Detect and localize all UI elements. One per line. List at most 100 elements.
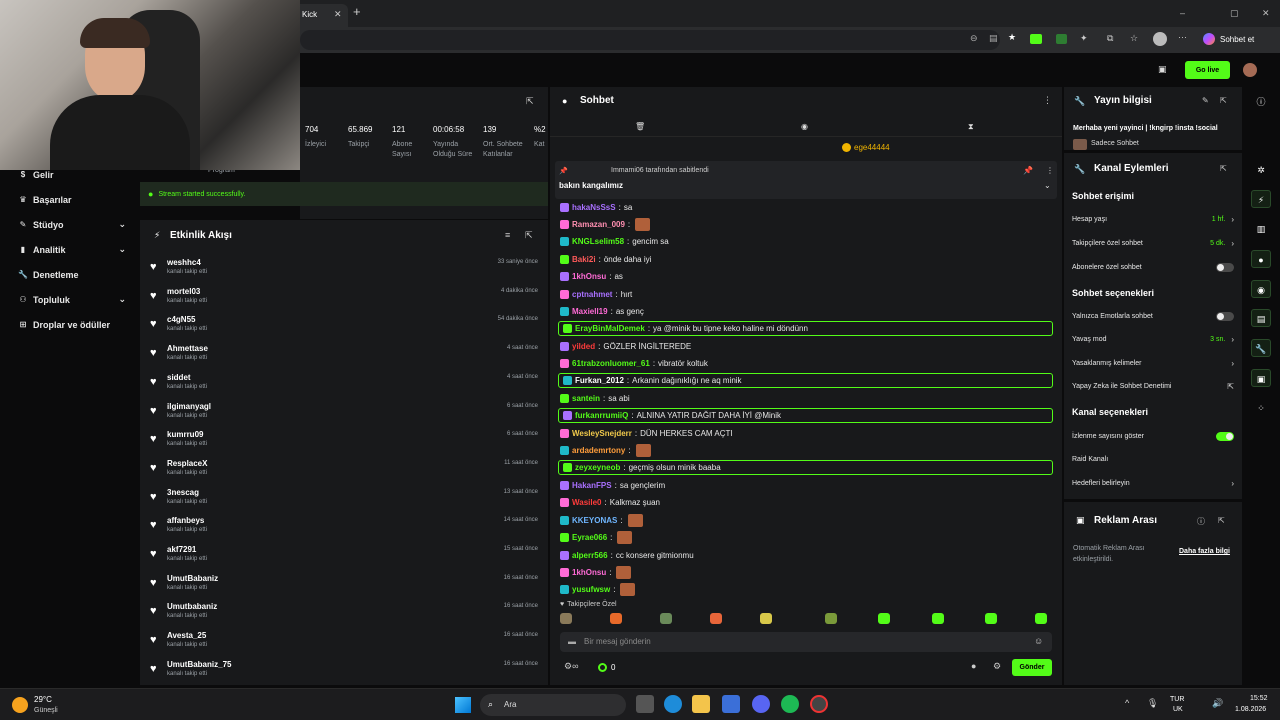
chat-username[interactable]: cptnahmet bbox=[572, 290, 612, 299]
chat-username[interactable]: Furkan_2012 bbox=[575, 376, 624, 385]
edge-icon[interactable] bbox=[664, 695, 682, 713]
extension-icon[interactable] bbox=[1056, 34, 1067, 44]
chat-username[interactable]: furkanrrumiiQ bbox=[575, 411, 628, 420]
nav-item[interactable]: ⚇ Topluluk ⌄ bbox=[0, 287, 140, 312]
chat-username[interactable]: Wasile0 bbox=[572, 498, 602, 507]
url-field[interactable] bbox=[300, 30, 1000, 50]
start-icon[interactable] bbox=[455, 697, 471, 713]
pin-menu-icon[interactable]: ⋮ bbox=[1046, 166, 1054, 175]
info-icon[interactable]: ⓘ bbox=[1251, 93, 1271, 111]
swap-icon[interactable]: ✲ bbox=[1251, 161, 1271, 179]
bolt-icon[interactable]: ⚡ bbox=[1251, 190, 1271, 208]
info-icon[interactable]: ⓘ bbox=[1197, 516, 1205, 527]
popout-icon[interactable]: ⇱ bbox=[1220, 96, 1227, 105]
reader-icon[interactable]: ▤ bbox=[989, 33, 998, 44]
chat-username[interactable]: Eyrae066 bbox=[572, 533, 607, 542]
chevron-up-icon[interactable]: ^ bbox=[1125, 698, 1129, 708]
chat-username[interactable]: 1khOnsu bbox=[572, 568, 606, 577]
app-icon[interactable] bbox=[722, 695, 740, 713]
chat-username[interactable]: ardademrtony bbox=[572, 446, 625, 455]
activity-user[interactable]: UmutBabaniz_75 bbox=[167, 660, 231, 669]
mic-icon[interactable]: 🎙 bbox=[1147, 698, 1158, 709]
activity-user[interactable]: UmutBabaniz bbox=[167, 574, 218, 583]
copilot-icon[interactable] bbox=[1203, 33, 1215, 45]
chat-icon[interactable]: ● bbox=[1251, 250, 1271, 268]
popout-icon[interactable]: ⇱ bbox=[526, 96, 534, 107]
apps-icon[interactable]: ⁘ bbox=[1251, 399, 1271, 417]
taskview-icon[interactable] bbox=[636, 695, 654, 713]
star-icon[interactable]: ★ bbox=[1008, 32, 1016, 43]
activity-user[interactable]: c4gN55 bbox=[167, 315, 195, 324]
chat-username[interactable]: zeyxeyneob bbox=[575, 463, 620, 472]
subs-chat-toggle[interactable] bbox=[1216, 262, 1234, 272]
activity-user[interactable]: weshhc4 bbox=[167, 258, 201, 267]
nav-item[interactable]: ⊞ Droplar ve ödüller bbox=[0, 312, 140, 337]
lang-top[interactable]: TUR bbox=[1170, 696, 1184, 703]
close-window-button[interactable]: ✕ bbox=[1262, 8, 1270, 19]
chat-username[interactable]: yusufwsw bbox=[572, 585, 610, 594]
activity-user[interactable]: ResplaceX bbox=[167, 459, 207, 468]
emote-button[interactable] bbox=[985, 613, 997, 624]
activity-user[interactable]: mortel03 bbox=[167, 287, 200, 296]
clock-date[interactable]: 1.08.2026 bbox=[1235, 706, 1266, 713]
filter-icon[interactable]: ≡ bbox=[505, 230, 510, 240]
popout-icon[interactable]: ⇱ bbox=[1220, 164, 1227, 173]
ad-break-link[interactable]: Daha fazla bilgi bbox=[1179, 548, 1230, 555]
chat-username[interactable]: alperr566 bbox=[572, 551, 608, 560]
activity-user[interactable]: siddet bbox=[167, 373, 191, 382]
broadcast-icon[interactable]: ◉ bbox=[1251, 280, 1271, 298]
new-tab-button[interactable]: + bbox=[353, 4, 361, 19]
nav-item[interactable]: ✎ Stüdyo ⌄ bbox=[0, 212, 140, 237]
settings-link-icon[interactable]: ⚙∞ bbox=[564, 661, 578, 672]
popout-icon[interactable]: ⇱ bbox=[525, 230, 533, 241]
chat-username[interactable]: KKEYONAS bbox=[572, 516, 617, 525]
hourglass-icon[interactable]: ⧗ bbox=[968, 122, 974, 132]
clock-time[interactable]: 15:52 bbox=[1250, 695, 1268, 702]
gear-icon[interactable]: ⚙ bbox=[993, 661, 1001, 672]
chat-username[interactable]: 1khOnsu bbox=[572, 272, 606, 281]
activity-user[interactable]: akf7291 bbox=[167, 545, 196, 554]
sohbet-et-button[interactable]: Sohbet et bbox=[1220, 35, 1254, 44]
chat-username[interactable]: Ramazan_009 bbox=[572, 220, 625, 229]
explorer-icon[interactable] bbox=[692, 695, 710, 713]
send-button[interactable]: Gönder bbox=[1012, 659, 1052, 676]
spotify-icon[interactable] bbox=[781, 695, 799, 713]
emote-button[interactable] bbox=[710, 613, 722, 624]
emote-button[interactable] bbox=[760, 613, 772, 624]
chat-username[interactable]: HakanFPS bbox=[572, 481, 612, 490]
account-age-row[interactable]: Hesap yaşı 1 hf. › bbox=[1072, 212, 1234, 226]
popout-icon[interactable]: ⇱ bbox=[1218, 516, 1225, 525]
weather-icon[interactable] bbox=[12, 697, 28, 713]
chat-username[interactable]: KNGLselim58 bbox=[572, 237, 624, 246]
emote-button[interactable] bbox=[1035, 613, 1047, 624]
chat-username[interactable]: WesleySnejderr bbox=[572, 429, 632, 438]
wrench-icon[interactable]: 🔧 bbox=[1251, 339, 1271, 357]
emote-button[interactable] bbox=[932, 613, 944, 624]
unpin-icon[interactable]: 📌 bbox=[1023, 166, 1033, 175]
user-icon[interactable]: ▤ bbox=[1251, 309, 1271, 327]
goals-row[interactable]: Hedefleri belirleyin › bbox=[1072, 476, 1234, 490]
tv-icon[interactable]: ▣ bbox=[1251, 369, 1271, 387]
nav-item[interactable]: ♛ Başarılar bbox=[0, 187, 140, 212]
chat-username[interactable]: Maxiell19 bbox=[572, 307, 608, 316]
taskbar-search[interactable]: ⌕ Ara bbox=[480, 694, 626, 716]
ai-moderation-row[interactable]: Yapay Zeka ile Sohbet Denetimi ⇱ bbox=[1072, 379, 1234, 393]
chat-username[interactable]: ErayBinMalDemek bbox=[575, 324, 645, 333]
more-icon[interactable]: ··· bbox=[1178, 32, 1187, 42]
emote-button[interactable] bbox=[560, 613, 572, 624]
activity-user[interactable]: 3nescag bbox=[167, 488, 199, 497]
display-icon[interactable]: ▣ bbox=[1158, 64, 1167, 75]
chat-username[interactable]: santein bbox=[572, 394, 600, 403]
raid-row[interactable]: Raid Kanalı bbox=[1072, 452, 1234, 466]
user-avatar[interactable] bbox=[1243, 63, 1257, 77]
emoji-icon[interactable]: ☺ bbox=[1034, 636, 1043, 646]
discord-icon[interactable] bbox=[752, 695, 770, 713]
bubble-icon[interactable]: ◉ bbox=[801, 122, 808, 131]
minimize-button[interactable]: – bbox=[1180, 8, 1185, 18]
edit-icon[interactable]: ✎ bbox=[1202, 96, 1209, 105]
puzzle-icon[interactable]: ✦ bbox=[1080, 33, 1088, 44]
emote-button[interactable] bbox=[825, 613, 837, 624]
split-icon[interactable]: ⧉ bbox=[1107, 33, 1113, 44]
emote-button[interactable] bbox=[610, 613, 622, 624]
maximize-button[interactable]: ▢ bbox=[1230, 8, 1239, 19]
